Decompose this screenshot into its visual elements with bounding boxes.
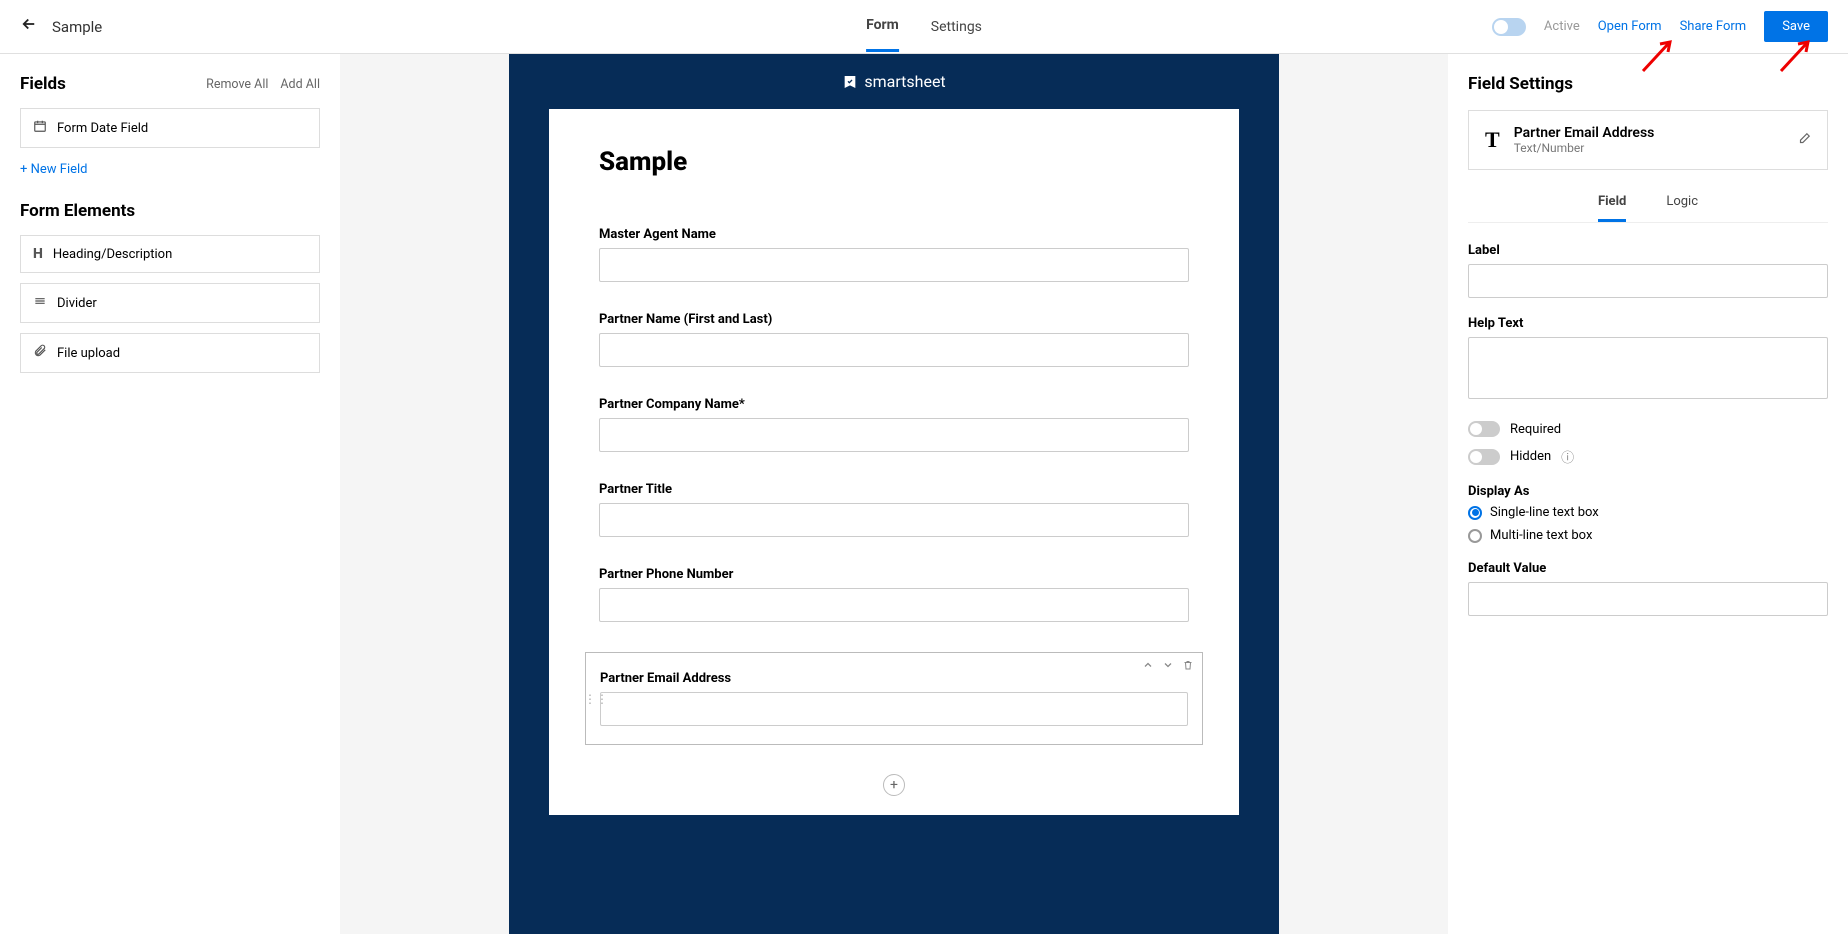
edit-icon[interactable] (1797, 131, 1811, 150)
element-label: Divider (57, 296, 97, 311)
divider-icon (33, 294, 47, 312)
drag-handle-icon[interactable]: ⋮⋮ (584, 692, 608, 706)
radio-single-line[interactable]: Single-line text box (1468, 505, 1828, 520)
label-label: Label (1468, 243, 1828, 258)
hidden-label: Hidden (1510, 449, 1551, 464)
element-file-upload[interactable]: File upload (20, 333, 320, 373)
fields-header: Fields (20, 74, 66, 94)
field-input[interactable] (599, 503, 1189, 537)
radio-multi-line[interactable]: Multi-line text box (1468, 528, 1828, 543)
field-label: Partner Phone Number (599, 567, 1189, 582)
text-type-icon: T (1485, 127, 1500, 153)
field-settings-panel: Field Settings T Partner Email Address T… (1448, 54, 1848, 934)
delete-icon[interactable] (1182, 659, 1194, 675)
open-form-link[interactable]: Open Form (1598, 19, 1662, 34)
add-all-link[interactable]: Add All (280, 77, 320, 92)
attach-icon (33, 344, 47, 362)
default-value-input[interactable] (1468, 582, 1828, 616)
info-icon[interactable]: ⓘ (1561, 447, 1574, 466)
tab-form[interactable]: Form (866, 1, 899, 52)
fields-panel: Fields Remove All Add All Form Date Fiel… (0, 54, 340, 934)
field-input[interactable] (599, 588, 1189, 622)
settings-header: Field Settings (1468, 74, 1828, 94)
active-label: Active (1544, 19, 1580, 34)
remove-all-link[interactable]: Remove All (206, 77, 268, 92)
new-field-link[interactable]: + New Field (20, 162, 88, 177)
add-field-button[interactable]: + (883, 774, 905, 796)
settings-tab-field[interactable]: Field (1598, 184, 1626, 222)
displayas-label: Display As (1468, 484, 1828, 499)
hidden-toggle[interactable] (1468, 449, 1500, 465)
required-toggle[interactable] (1468, 421, 1500, 437)
label-input[interactable] (1468, 264, 1828, 298)
active-toggle[interactable] (1492, 18, 1526, 36)
radio-label: Multi-line text box (1490, 528, 1592, 543)
element-label: Heading/Description (53, 247, 172, 262)
field-card-type: Text/Number (1514, 141, 1655, 155)
tab-settings[interactable]: Settings (931, 3, 982, 51)
page-title: Sample (52, 18, 102, 36)
field-label: Partner Email Address (600, 671, 1188, 686)
back-arrow-icon[interactable] (20, 15, 38, 38)
helptext-label: Help Text (1468, 316, 1828, 331)
element-divider[interactable]: Divider (20, 283, 320, 323)
field-item-date[interactable]: Form Date Field (20, 108, 320, 148)
heading-icon: H (33, 246, 43, 262)
radio-icon (1468, 506, 1482, 520)
field-card: T Partner Email Address Text/Number (1468, 110, 1828, 170)
move-up-icon[interactable] (1142, 659, 1154, 675)
date-icon (33, 119, 47, 137)
form-elements-header: Form Elements (20, 201, 320, 221)
radio-label: Single-line text box (1490, 505, 1599, 520)
settings-tab-logic[interactable]: Logic (1666, 184, 1698, 222)
move-down-icon[interactable] (1162, 659, 1174, 675)
radio-icon (1468, 529, 1482, 543)
field-item-label: Form Date Field (57, 121, 148, 136)
save-button[interactable]: Save (1764, 11, 1828, 42)
element-label: File upload (57, 346, 120, 361)
share-form-link[interactable]: Share Form (1680, 19, 1747, 34)
top-toolbar: Sample Form Settings Active Open Form Sh… (0, 0, 1848, 54)
default-value-label: Default Value (1468, 561, 1828, 576)
required-label: Required (1510, 422, 1561, 437)
field-card-name: Partner Email Address (1514, 125, 1655, 141)
form-field-selected[interactable]: ⋮⋮ Partner Email Address (585, 652, 1203, 745)
form-field[interactable]: Partner Phone Number (599, 567, 1189, 622)
helptext-input[interactable] (1468, 337, 1828, 399)
field-input[interactable] (600, 692, 1188, 726)
element-heading[interactable]: H Heading/Description (20, 235, 320, 273)
